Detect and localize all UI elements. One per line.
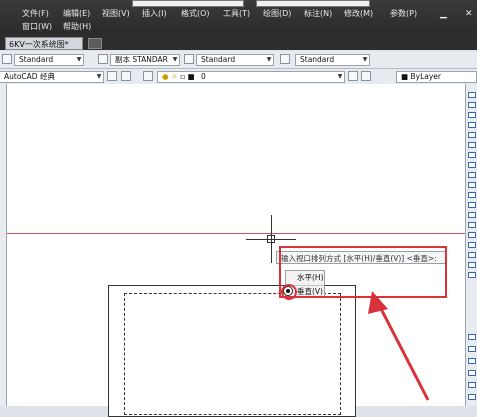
annotation-arrow (368, 291, 430, 401)
